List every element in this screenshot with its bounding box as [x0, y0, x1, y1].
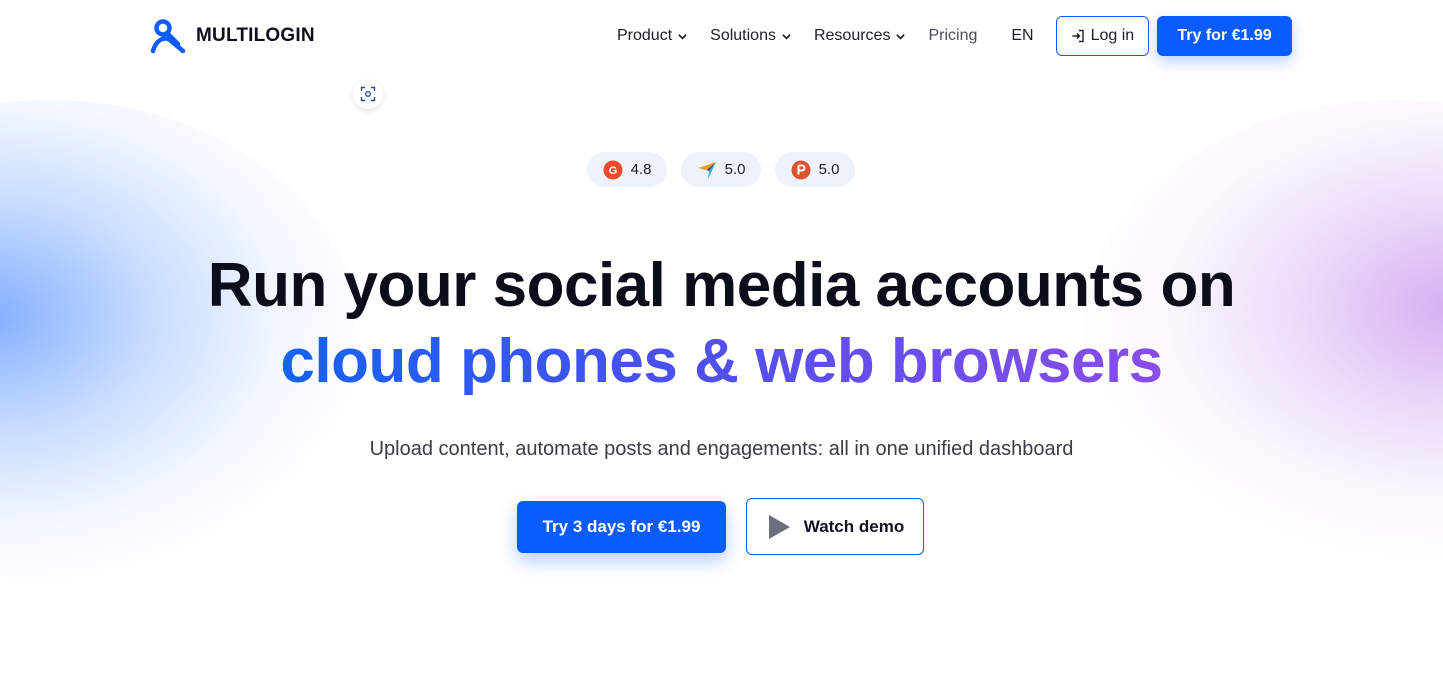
- rating-producthunt[interactable]: 5.0: [775, 152, 855, 187]
- g2-icon: G: [603, 160, 623, 179]
- rating-value: 5.0: [724, 161, 746, 178]
- nav-item-label: Resources: [813, 27, 891, 44]
- logo-text: MULTILOGIN: [196, 25, 315, 46]
- rating-g2[interactable]: G 4.8: [587, 152, 667, 187]
- nav-item-product[interactable]: Product: [617, 27, 688, 45]
- try-3-days-button[interactable]: Try 3 days for €1.99: [517, 501, 726, 553]
- nav-item-resources[interactable]: Resources: [814, 27, 906, 45]
- login-icon: [1072, 29, 1084, 43]
- multilogin-logo-icon: [150, 19, 186, 54]
- chevron-down-icon: [896, 33, 906, 40]
- capterra-icon: [697, 161, 716, 179]
- producthunt-icon: [791, 160, 811, 179]
- logo[interactable]: MULTILOGIN: [150, 18, 315, 54]
- try-button[interactable]: Try for €1.99: [1157, 16, 1292, 56]
- ratings-bar: G 4.8 5.0 5.0: [587, 152, 855, 187]
- nav-item-label: Solutions: [710, 27, 776, 44]
- login-label: Log in: [1090, 27, 1135, 44]
- login-button[interactable]: Log in: [1055, 16, 1150, 56]
- scan-widget-button[interactable]: [353, 79, 383, 109]
- rating-capterra[interactable]: 5.0: [681, 152, 761, 187]
- play-icon: [768, 514, 790, 539]
- chevron-down-icon: [678, 33, 687, 40]
- hero-subtitle: Upload content, automate posts and engag…: [369, 438, 1074, 460]
- hero-headline: Run your social media accounts on cloud …: [0, 248, 1443, 400]
- watch-demo-label: Watch demo: [803, 516, 905, 536]
- chevron-down-icon: [782, 33, 791, 40]
- headline-line-2: cloud phones & web browsers: [280, 327, 1163, 396]
- language-selector[interactable]: EN: [1011, 27, 1033, 45]
- nav-item-solutions[interactable]: Solutions: [710, 27, 792, 45]
- nav-item-label: Product: [617, 27, 673, 44]
- watch-demo-button[interactable]: Watch demo: [746, 498, 924, 555]
- landing-page: MULTILOGIN Product Solutions Resources P…: [0, 0, 1443, 686]
- site-header: MULTILOGIN Product Solutions Resources P…: [0, 0, 1443, 72]
- rating-value: 5.0: [818, 161, 840, 178]
- nav-item-pricing[interactable]: Pricing: [928, 27, 977, 45]
- main-nav: Product Solutions Resources Pricing EN L…: [617, 16, 1150, 56]
- scan-icon: [360, 86, 376, 102]
- rating-value: 4.8: [630, 161, 652, 178]
- svg-text:G: G: [608, 165, 617, 177]
- nav-item-label: Pricing: [928, 27, 978, 44]
- headline-line-1: Run your social media accounts on: [207, 251, 1236, 320]
